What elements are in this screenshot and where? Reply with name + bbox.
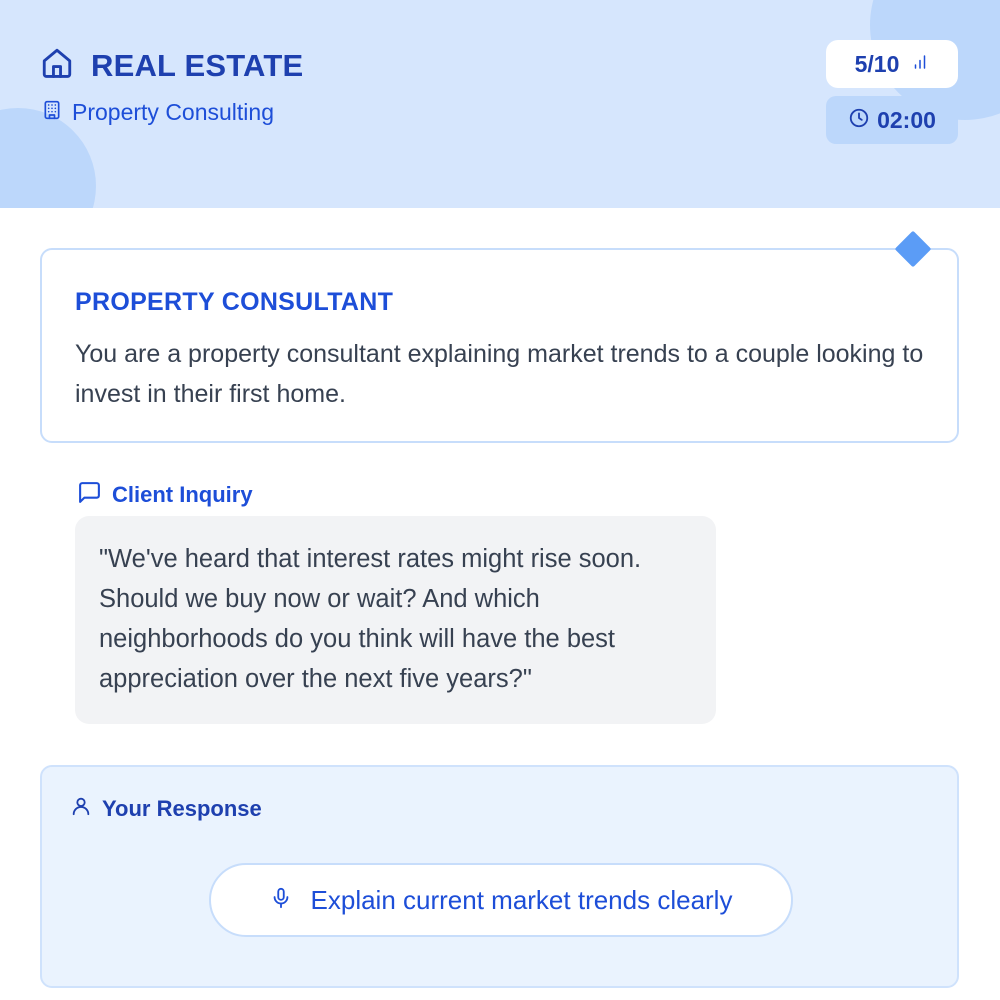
header-banner: REAL ESTATE Property Consulting 5/10 02:… — [0, 0, 1000, 208]
category-heading: REAL ESTATE — [40, 46, 303, 85]
user-icon — [70, 795, 92, 822]
response-label: Your Response — [102, 795, 262, 821]
inquiry-bubble: "We've heard that interest rates might r… — [75, 516, 716, 724]
inquiry-heading: Client Inquiry — [77, 480, 253, 510]
suggestion-label: Explain current market trends clearly — [310, 884, 733, 915]
role-card: PROPERTY CONSULTANT You are a property c… — [40, 248, 959, 443]
role-title: PROPERTY CONSULTANT — [75, 288, 394, 316]
subcategory-title: Property Consulting — [72, 99, 274, 125]
category-title: REAL ESTATE — [91, 47, 304, 83]
progress-count: 5/10 — [854, 50, 900, 77]
timer-value: 02:00 — [877, 106, 936, 133]
building-icon — [42, 100, 62, 125]
inquiry-label: Client Inquiry — [112, 482, 253, 507]
chat-icon — [77, 480, 102, 510]
bar-chart-icon — [899, 53, 929, 76]
microphone-icon — [270, 887, 311, 914]
subcategory-heading: Property Consulting — [42, 99, 274, 126]
suggestion-button[interactable]: Explain current market trends clearly — [209, 863, 793, 937]
clock-icon — [848, 107, 877, 134]
response-panel: Your Response Explain current market tre… — [40, 765, 959, 988]
home-icon — [40, 46, 74, 85]
inquiry-text: "We've heard that interest rates might r… — [99, 545, 642, 693]
response-heading: Your Response — [70, 795, 262, 822]
timer-badge: 02:00 — [826, 96, 958, 144]
role-description: You are a property consultant explaining… — [75, 340, 924, 408]
progress-badge: 5/10 — [826, 40, 958, 88]
